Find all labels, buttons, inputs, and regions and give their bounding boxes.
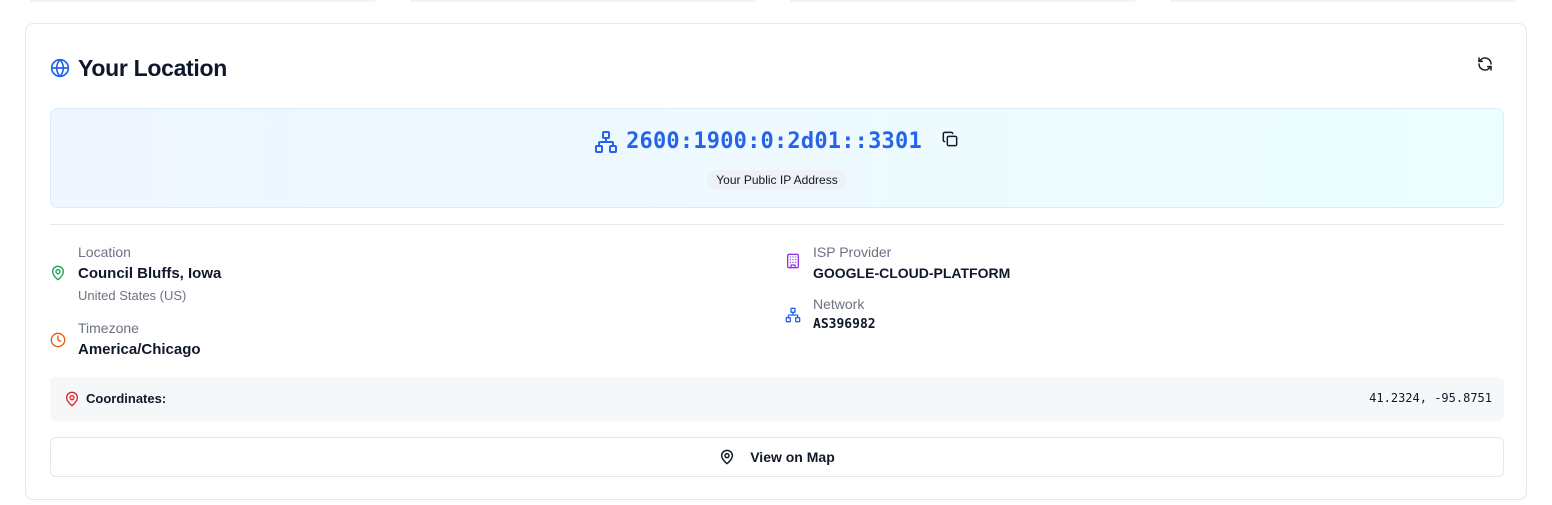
network-label: Network (813, 296, 865, 312)
coordinates-label: Coordinates: (86, 391, 167, 406)
building-icon (785, 253, 801, 269)
location-value: Council Bluffs, Iowa (78, 265, 222, 282)
network-icon (785, 307, 801, 323)
globe-icon (50, 58, 70, 78)
network-icon (594, 130, 618, 154)
refresh-icon (1477, 56, 1493, 77)
refresh-button[interactable] (1474, 55, 1496, 77)
map-pin-icon (50, 265, 66, 281)
coordinates-bar: Coordinates: 41.2324, -95.8751 (50, 377, 1504, 421)
location-label: Location (78, 244, 131, 260)
view-on-map-label: View on Map (750, 449, 835, 465)
divider (50, 224, 1504, 225)
coordinates-value: 41.2324, -95.8751 (1369, 391, 1492, 405)
card-header: Your Location (50, 54, 227, 82)
view-on-map-button[interactable]: View on Map (50, 437, 1504, 477)
isp-value: GOOGLE-CLOUD-PLATFORM (813, 265, 1011, 281)
clock-icon (50, 332, 66, 348)
timezone-value: America/Chicago (78, 341, 201, 358)
network-value: AS396982 (813, 317, 876, 332)
ip-address-label-badge: Your Public IP Address (707, 170, 847, 190)
timezone-label: Timezone (78, 320, 139, 336)
ip-address-value: 2600:1900:0:2d01::3301 (626, 129, 922, 154)
previous-section-edge (0, 0, 1552, 3)
copy-icon (942, 131, 958, 152)
map-pin-icon (64, 391, 80, 407)
ip-address-panel: 2600:1900:0:2d01::3301 Your Public IP Ad… (50, 108, 1504, 208)
copy-ip-button[interactable] (940, 131, 960, 152)
location-card: Your Location 2600:1900:0:2d01::3301 You… (25, 23, 1527, 500)
card-title: Your Location (78, 54, 228, 81)
isp-label: ISP Provider (813, 244, 892, 260)
location-country: United States (US) (78, 288, 187, 303)
map-pin-icon (719, 449, 735, 465)
